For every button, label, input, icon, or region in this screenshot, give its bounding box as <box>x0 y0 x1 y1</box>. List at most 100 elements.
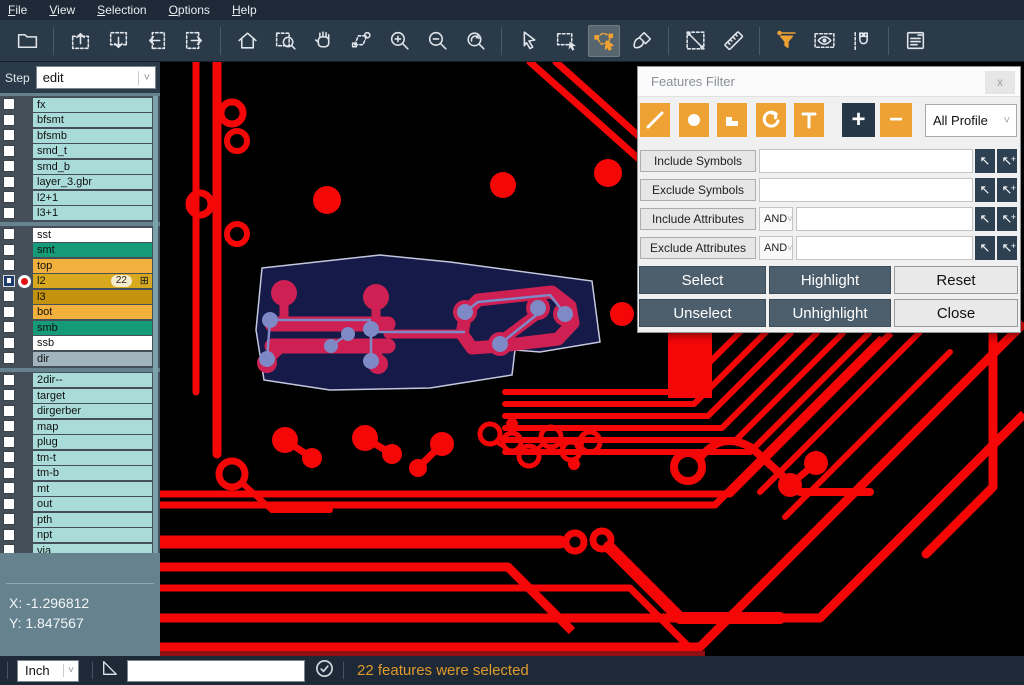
filter-value-input[interactable] <box>796 207 973 231</box>
layer-name[interactable]: sst <box>33 228 152 242</box>
text-features-button[interactable] <box>794 103 824 137</box>
reset-button[interactable]: Reset <box>894 266 1018 294</box>
layer-row-bot[interactable]: bot <box>0 305 160 321</box>
pick-add-from-canvas-button[interactable]: ↖+ <box>997 236 1017 260</box>
arc-features-button[interactable] <box>756 103 786 137</box>
units-dropdown[interactable]: Inch ˅ <box>17 660 79 682</box>
layer-name[interactable]: bfsmb <box>33 129 152 143</box>
layer-visibility-checkbox[interactable] <box>3 228 15 240</box>
step-dropdown[interactable]: edit ˅ <box>36 66 156 89</box>
zoom-previous-button[interactable] <box>459 25 491 57</box>
layer-row-dir[interactable]: dir <box>0 351 160 367</box>
layer-visibility-checkbox[interactable] <box>3 191 15 203</box>
line-features-button[interactable] <box>640 103 670 137</box>
layer-row-l3+1[interactable]: l3+1 <box>0 206 160 222</box>
layer-name[interactable]: bfsmt <box>33 113 152 127</box>
layer-row-top[interactable]: top <box>0 258 160 274</box>
menu-item-selection[interactable]: Selection <box>97 3 158 17</box>
layer-row-layer_3.gbr[interactable]: layer_3.gbr <box>0 175 160 191</box>
filter-value-input[interactable] <box>759 149 973 173</box>
zoom-out-button[interactable] <box>421 25 453 57</box>
layer-row-bfsmt[interactable]: bfsmt <box>0 113 160 129</box>
layer-visibility-checkbox[interactable] <box>3 207 15 219</box>
exclude-symbols-button[interactable]: Exclude Symbols <box>640 179 756 201</box>
menu-item-file[interactable]: File <box>8 3 39 17</box>
layer-row-out[interactable]: out <box>0 497 160 513</box>
layer-name[interactable]: target <box>33 389 152 403</box>
unhighlight-button[interactable]: Unhighlight <box>769 299 891 327</box>
layer-visibility-checkbox[interactable] <box>3 374 15 386</box>
pan-up-button[interactable] <box>64 25 96 57</box>
zoom-polygon-button[interactable] <box>345 25 377 57</box>
highlight-button[interactable]: Highlight <box>769 266 891 294</box>
layer-name[interactable]: ssb <box>33 336 152 350</box>
layer-row-bfsmb[interactable]: bfsmb <box>0 128 160 144</box>
select-polygon-button[interactable] <box>588 25 620 57</box>
layer-name[interactable]: smt <box>33 243 152 257</box>
layer-name[interactable]: fx <box>33 98 152 112</box>
exclude-mode-button[interactable]: − <box>880 103 912 137</box>
layer-visibility-checkbox[interactable] <box>3 244 15 256</box>
dialog-close-button[interactable]: x <box>985 71 1015 94</box>
layer-name[interactable]: pth <box>33 513 152 527</box>
and-or-dropdown[interactable]: AND˅ <box>759 207 793 231</box>
ruler-button[interactable] <box>717 25 749 57</box>
layer-row-dirgerber[interactable]: dirgerber <box>0 404 160 420</box>
layer-name[interactable]: npt <box>33 528 152 542</box>
layer-name[interactable]: l222⊞ <box>33 274 152 288</box>
include-symbols-button[interactable]: Include Symbols <box>640 150 756 172</box>
layer-name[interactable]: dirgerber <box>33 404 152 418</box>
open-file-button[interactable] <box>11 25 43 57</box>
layer-row-npt[interactable]: npt <box>0 528 160 544</box>
pick-add-from-canvas-button[interactable]: ↖+ <box>997 178 1017 202</box>
layer-name[interactable]: dir <box>33 352 152 366</box>
layer-visibility-checkbox[interactable] <box>3 482 15 494</box>
menu-item-view[interactable]: View <box>49 3 87 17</box>
layer-row-fx[interactable]: fx <box>0 97 160 113</box>
pick-from-canvas-button[interactable]: ↖ <box>975 207 995 231</box>
layer-row-l2+1[interactable]: l2+1 <box>0 190 160 206</box>
zoom-home-button[interactable] <box>231 25 263 57</box>
layer-visibility-checkbox[interactable] <box>3 275 15 287</box>
layer-name[interactable]: l3+1 <box>33 206 152 220</box>
layer-visibility-checkbox[interactable] <box>3 529 15 541</box>
layer-row-sst[interactable]: sst <box>0 227 160 243</box>
layer-row-smt[interactable]: smt <box>0 243 160 259</box>
pad-features-button[interactable] <box>679 103 709 137</box>
layer-row-smb[interactable]: smb <box>0 320 160 336</box>
menu-item-help[interactable]: Help <box>232 3 269 17</box>
layer-visibility-checkbox[interactable] <box>3 98 15 110</box>
pick-from-canvas-button[interactable]: ↖ <box>975 178 995 202</box>
layer-visibility-checkbox[interactable] <box>3 436 15 448</box>
layer-visibility-checkbox[interactable] <box>3 352 15 364</box>
select-cursor-button[interactable] <box>512 25 544 57</box>
layer-name[interactable]: smd_t <box>33 144 152 158</box>
layer-name[interactable]: mt <box>33 482 152 496</box>
show-features-button[interactable] <box>808 25 840 57</box>
layer-row-l3[interactable]: l3 <box>0 289 160 305</box>
layer-row-tm-b[interactable]: tm-b <box>0 466 160 482</box>
menu-item-options[interactable]: Options <box>169 3 222 17</box>
layer-name[interactable]: map <box>33 420 152 434</box>
sync-check-icon[interactable] <box>315 659 334 683</box>
unselect-button[interactable]: Unselect <box>639 299 766 327</box>
layer-visibility-checkbox[interactable] <box>3 259 15 271</box>
layer-visibility-checkbox[interactable] <box>3 337 15 349</box>
layer-row-tm-t[interactable]: tm-t <box>0 450 160 466</box>
layer-visibility-checkbox[interactable] <box>3 467 15 479</box>
command-input[interactable] <box>127 660 305 682</box>
dialog-titlebar[interactable]: Features Filter x <box>638 67 1020 97</box>
layer-name[interactable]: out <box>33 497 152 511</box>
zoom-area-button[interactable] <box>269 25 301 57</box>
exclude-attributes-button[interactable]: Exclude Attributes <box>640 237 756 259</box>
layer-row-ssb[interactable]: ssb <box>0 336 160 352</box>
layer-name[interactable]: l3 <box>33 290 152 304</box>
layer-row-mt[interactable]: mt <box>0 481 160 497</box>
include-mode-button[interactable]: + <box>842 103 875 137</box>
pan-right-button[interactable] <box>178 25 210 57</box>
layer-visibility-checkbox[interactable] <box>3 405 15 417</box>
highlight-brush-button[interactable] <box>626 25 658 57</box>
select-rectangle-button[interactable] <box>550 25 582 57</box>
layer-name[interactable]: tm-b <box>33 466 152 480</box>
zoom-in-button[interactable] <box>383 25 415 57</box>
